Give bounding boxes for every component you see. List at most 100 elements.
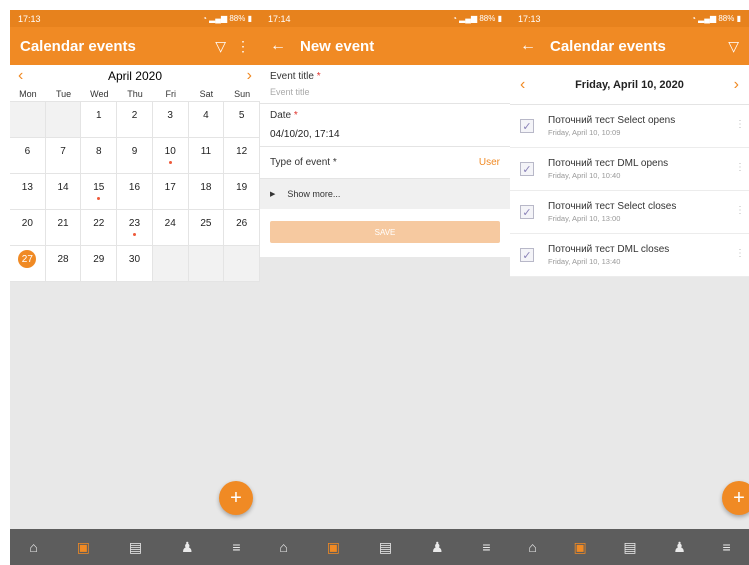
checkbox-icon[interactable]: ✓ xyxy=(520,119,534,133)
calendar-day[interactable]: 2 xyxy=(117,102,153,138)
list-item[interactable]: ✓ Поточний тест DML closes Friday, April 1… xyxy=(510,234,749,277)
calendar-day[interactable]: 18 xyxy=(188,174,225,210)
checkbox-icon[interactable]: ✓ xyxy=(520,162,534,176)
calendar-day[interactable]: 11 xyxy=(188,138,225,174)
day-number: 7 xyxy=(60,146,66,157)
list-item[interactable]: ✓ Поточний тест Select opens Friday, April… xyxy=(510,105,749,148)
show-more-toggle[interactable]: ▶ Show more... xyxy=(260,179,510,209)
bell-icon[interactable]: ♟ xyxy=(431,539,444,556)
calendar-day[interactable]: 28 xyxy=(45,246,82,282)
date-label: Date xyxy=(270,110,292,121)
filter-icon[interactable]: ▽ xyxy=(215,38,226,55)
chat-icon[interactable]: ▤ xyxy=(623,539,636,556)
more-vert-icon[interactable]: ⋮ xyxy=(735,162,745,173)
signal-icon: ◔ ▂▄▆ xyxy=(691,14,717,23)
list-item[interactable]: ✓ Поточний тест DML opens Friday, April 10… xyxy=(510,148,749,191)
calendar-day[interactable]: 22 xyxy=(81,210,118,246)
day-number: 18 xyxy=(200,182,212,193)
calendar-day[interactable]: 5 xyxy=(224,102,260,138)
more-vert-icon[interactable]: ⋮ xyxy=(735,119,745,130)
type-of-event-field[interactable]: Type of event * User xyxy=(260,147,510,179)
weekday-label: Mon xyxy=(19,89,37,99)
expand-triangle-icon: ▶ xyxy=(270,191,276,198)
day-number: 25 xyxy=(200,218,212,229)
list-item[interactable]: ✓ Поточний тест Select closes Friday, Apri… xyxy=(510,191,749,234)
calendar-day[interactable]: 15 xyxy=(81,174,118,210)
home-icon[interactable]: ⌂ xyxy=(29,539,37,555)
calendar-day[interactable]: 9 xyxy=(117,138,153,174)
calendar-day[interactable]: 10 xyxy=(152,138,189,174)
day-number: 24 xyxy=(164,218,176,229)
calendar-day[interactable]: 24 xyxy=(152,210,189,246)
chat-icon[interactable]: ▤ xyxy=(129,539,142,556)
more-vert-icon[interactable]: ⋮ xyxy=(735,205,745,216)
chat-icon[interactable]: ▤ xyxy=(379,539,392,556)
date-value[interactable]: 04/10/20, 17:14 xyxy=(270,129,500,140)
status-bar: 17:14 ◔ ▂▄▆ 88% ▮ xyxy=(260,10,510,27)
menu-icon[interactable]: ≡ xyxy=(232,539,240,555)
calendar-icon[interactable]: ▣ xyxy=(327,539,340,556)
calendar-day[interactable]: 19 xyxy=(224,174,260,210)
filter-icon[interactable]: ▽ xyxy=(728,38,739,55)
calendar-empty-cell xyxy=(188,246,225,282)
event-time: Friday, April 10, 13:40 xyxy=(548,257,621,266)
menu-icon[interactable]: ≡ xyxy=(722,539,730,555)
signal-icon: ◔ ▂▄▆ xyxy=(202,14,228,23)
calendar-day[interactable]: 21 xyxy=(45,210,82,246)
calendar-day[interactable]: 1 xyxy=(81,102,118,138)
bell-icon[interactable]: ♟ xyxy=(673,539,686,556)
calendar-day[interactable]: 4 xyxy=(188,102,225,138)
calendar-icon[interactable]: ▣ xyxy=(77,539,90,556)
date-field[interactable]: Date * 04/10/20, 17:14 xyxy=(260,104,510,147)
prev-day-button[interactable]: ‹ xyxy=(520,76,525,94)
day-number: 2 xyxy=(131,110,138,121)
home-icon[interactable]: ⌂ xyxy=(279,539,287,555)
next-month-button[interactable]: › xyxy=(247,67,252,85)
more-vert-icon[interactable]: ⋮ xyxy=(735,248,745,259)
calendar-day[interactable]: 30 xyxy=(117,246,153,282)
save-button[interactable]: SAVE xyxy=(270,221,500,243)
add-event-button[interactable]: + xyxy=(722,481,749,515)
calendar-day[interactable]: 16 xyxy=(117,174,153,210)
prev-month-button[interactable]: ‹ xyxy=(18,67,23,85)
calendar-day[interactable]: 13 xyxy=(10,174,46,210)
calendar-icon[interactable]: ▣ xyxy=(573,539,586,556)
back-arrow-icon[interactable]: ← xyxy=(520,37,536,55)
calendar-day-today[interactable]: 27 xyxy=(10,246,46,282)
status-bar: 17:13 ◔ ▂▄▆ 88% ▮ xyxy=(10,10,260,27)
next-day-button[interactable]: › xyxy=(734,76,739,94)
calendar-day[interactable]: 25 xyxy=(188,210,225,246)
app-bar: ← Calendar events ▽ xyxy=(510,27,749,65)
add-event-button[interactable]: + xyxy=(219,481,253,515)
calendar-day[interactable]: 17 xyxy=(152,174,189,210)
home-icon[interactable]: ⌂ xyxy=(528,539,536,555)
event-time: Friday, April 10, 13:00 xyxy=(548,214,621,223)
day-number: 8 xyxy=(96,146,102,157)
checkbox-icon[interactable]: ✓ xyxy=(520,205,534,219)
calendar-day[interactable]: 20 xyxy=(10,210,46,246)
type-value[interactable]: User xyxy=(479,157,500,168)
calendar-day[interactable]: 3 xyxy=(152,102,189,138)
back-arrow-icon[interactable]: ← xyxy=(270,37,286,55)
calendar-day[interactable]: 7 xyxy=(45,138,82,174)
battery-level: 88% xyxy=(718,14,735,23)
calendar-day[interactable]: 29 xyxy=(81,246,118,282)
battery-icon: ▮ xyxy=(736,14,741,23)
calendar-day[interactable]: 6 xyxy=(10,138,46,174)
menu-icon[interactable]: ≡ xyxy=(482,539,490,555)
calendar-day[interactable]: 12 xyxy=(224,138,260,174)
calendar-day[interactable]: 8 xyxy=(81,138,118,174)
weekday-label: Wed xyxy=(90,89,109,99)
event-list: ‹ Friday, April 10, 2020 › ✓ Поточний тес… xyxy=(510,65,749,277)
calendar-day[interactable]: 14 xyxy=(45,174,82,210)
status-time: 17:13 xyxy=(518,13,541,24)
bell-icon[interactable]: ♟ xyxy=(181,539,194,556)
event-title-field[interactable]: Event title * Event title xyxy=(260,65,510,104)
day-number: 9 xyxy=(131,146,138,157)
calendar-day[interactable]: 26 xyxy=(224,210,260,246)
weekday-label: Fri xyxy=(165,89,176,99)
more-vert-icon[interactable]: ⋮ xyxy=(236,38,250,55)
event-title-input[interactable]: Event title xyxy=(270,87,500,97)
calendar-day[interactable]: 23 xyxy=(117,210,153,246)
checkbox-icon[interactable]: ✓ xyxy=(520,248,534,262)
